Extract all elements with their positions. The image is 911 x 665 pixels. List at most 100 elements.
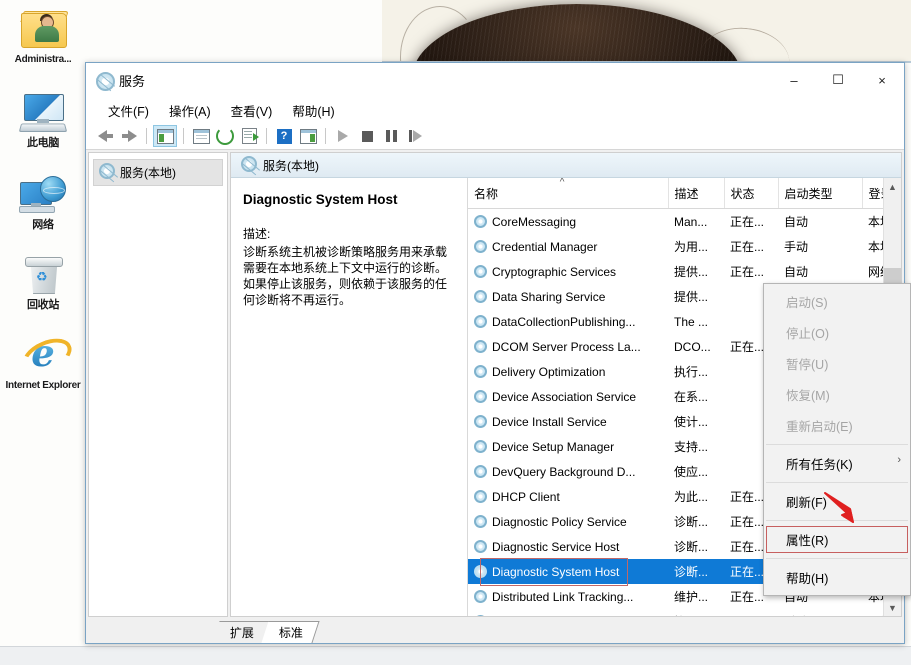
- tab-standard[interactable]: 标准: [261, 621, 319, 643]
- table-row[interactable]: Cryptographic Services提供...正在...自动网络服务: [468, 259, 883, 284]
- cell-startup-type: 自动: [778, 259, 862, 284]
- cell-name: Distributed Transaction C...: [468, 609, 668, 616]
- cell-startup-type: 手动: [778, 609, 862, 616]
- service-name: Distributed Transaction C...: [492, 615, 637, 617]
- desktop-icon-network[interactable]: 网络: [2, 172, 84, 231]
- scroll-up-button[interactable]: ▲: [884, 178, 901, 195]
- desktop-icon-internet-explorer[interactable]: e Internet Explorer: [2, 332, 84, 391]
- service-gear-icon: [474, 615, 487, 617]
- table-row[interactable]: CoreMessagingMan...正在...自动本地服务: [468, 209, 883, 235]
- cell-name: Diagnostic Service Host: [468, 534, 668, 559]
- service-name: Device Setup Manager: [492, 440, 614, 454]
- close-button[interactable]: ×: [860, 63, 904, 97]
- scroll-down-button[interactable]: ▼: [884, 599, 901, 616]
- menu-file[interactable]: 文件(F): [98, 98, 159, 123]
- pause-service-button[interactable]: [380, 126, 402, 146]
- service-gear-icon: [474, 265, 487, 278]
- service-gear-icon: [474, 465, 487, 478]
- context-menu-item[interactable]: 属性(R): [764, 524, 910, 555]
- cell-name: Diagnostic System Host: [468, 559, 668, 584]
- cell-name: DCOM Server Process La...: [468, 334, 668, 359]
- context-menu-item-label: 启动(S): [786, 296, 828, 310]
- context-menu-item[interactable]: 帮助(H): [764, 562, 910, 593]
- cell-description: 维护...: [668, 584, 724, 609]
- context-menu-item[interactable]: 所有任务(K)›: [764, 448, 910, 479]
- export-list-button[interactable]: [238, 126, 260, 146]
- services-gear-icon: [96, 72, 112, 88]
- menu-help[interactable]: 帮助(H): [282, 98, 344, 123]
- toolbar: ?: [86, 123, 904, 150]
- maximize-button[interactable]: ☐: [816, 63, 860, 97]
- cell-name: DHCP Client: [468, 484, 668, 509]
- refresh-button[interactable]: [214, 126, 236, 146]
- properties-button[interactable]: [190, 126, 212, 146]
- cell-name: Diagnostic Policy Service: [468, 509, 668, 534]
- minimize-button[interactable]: –: [772, 63, 816, 97]
- internet-explorer-icon: e: [2, 332, 84, 378]
- cell-description: 在系...: [668, 384, 724, 409]
- column-header-status[interactable]: 状态: [724, 178, 778, 209]
- refresh-icon: [216, 127, 234, 145]
- stop-service-button[interactable]: [356, 126, 378, 146]
- service-gear-icon: [474, 240, 487, 253]
- table-header-row: 名称 ^ 描述 状态 启动类型 登录为: [468, 178, 883, 209]
- menu-separator: [766, 482, 908, 483]
- desktop-icon-administrator[interactable]: Administra...: [2, 6, 84, 65]
- cell-status: [724, 609, 778, 616]
- cell-name: Cryptographic Services: [468, 259, 668, 284]
- restart-service-button[interactable]: [404, 126, 426, 146]
- service-name: DevQuery Background D...: [492, 465, 635, 479]
- context-menu-item-label: 重新启动(E): [786, 420, 853, 434]
- cell-name: Delivery Optimization: [468, 359, 668, 384]
- cell-description: 提供...: [668, 284, 724, 309]
- service-name: CoreMessaging: [492, 215, 576, 229]
- recycle-bin-icon: ♻: [2, 252, 84, 298]
- service-name: Diagnostic Policy Service: [492, 515, 627, 529]
- cell-name: DevQuery Background D...: [468, 459, 668, 484]
- cell-description: Man...: [668, 209, 724, 235]
- tree-item-services-local[interactable]: 服务(本地): [93, 159, 223, 186]
- cell-name: DataCollectionPublishing...: [468, 309, 668, 334]
- service-gear-icon: [474, 515, 487, 528]
- table-row[interactable]: Credential Manager为用...正在...手动本地系统: [468, 234, 883, 259]
- user-folder-icon: [2, 6, 84, 52]
- cell-description: 使应...: [668, 459, 724, 484]
- cell-description: DCO...: [668, 334, 724, 359]
- cell-status: 正在...: [724, 259, 778, 284]
- column-header-logon-as[interactable]: 登录为: [862, 178, 883, 209]
- cell-logon-as: 本地系统: [862, 234, 883, 259]
- console-tree-icon: [157, 129, 174, 144]
- show-hide-console-tree-button[interactable]: [153, 125, 177, 147]
- menu-view[interactable]: 查看(V): [221, 98, 283, 123]
- context-menu-item: 启动(S): [764, 286, 910, 317]
- window-titlebar[interactable]: 服务 – ☐ ×: [86, 63, 904, 97]
- cell-logon-as: 本地服务: [862, 209, 883, 235]
- stop-icon: [362, 131, 373, 142]
- cell-description: 诊断...: [668, 559, 724, 584]
- help-button[interactable]: ?: [273, 126, 295, 146]
- cell-logon-as: 网络服务: [862, 259, 883, 284]
- forward-button[interactable]: [118, 126, 140, 146]
- service-gear-icon: [474, 365, 487, 378]
- context-menu-item-label: 所有任务(K): [786, 458, 853, 472]
- column-label: 名称: [474, 187, 498, 201]
- column-header-description[interactable]: 描述: [668, 178, 724, 209]
- service-gear-icon: [474, 290, 487, 303]
- desktop-icon-recycle-bin[interactable]: ♻ 回收站: [2, 252, 84, 311]
- service-gear-icon: [474, 340, 487, 353]
- menu-action[interactable]: 操作(A): [159, 98, 221, 123]
- back-button[interactable]: [94, 126, 116, 146]
- service-gear-icon: [474, 315, 487, 328]
- menu-separator: [766, 444, 908, 445]
- table-row[interactable]: Distributed Transaction C...协调...手动网络服务: [468, 609, 883, 616]
- column-header-startup-type[interactable]: 启动类型: [778, 178, 862, 209]
- cell-description: 提供...: [668, 259, 724, 284]
- column-header-name[interactable]: 名称 ^: [468, 178, 668, 209]
- wallpaper-head: [412, 4, 742, 62]
- cell-name: Distributed Link Tracking...: [468, 584, 668, 609]
- desktop-icon-this-pc[interactable]: 此电脑: [2, 90, 84, 149]
- start-service-button[interactable]: [332, 126, 354, 146]
- service-description-text: 诊断系统主机被诊断策略服务用来承载需要在本地系统上下文中运行的诊断。如果停止该服…: [243, 244, 455, 308]
- action-pane-icon: [300, 129, 317, 144]
- show-action-pane-button[interactable]: [297, 126, 319, 146]
